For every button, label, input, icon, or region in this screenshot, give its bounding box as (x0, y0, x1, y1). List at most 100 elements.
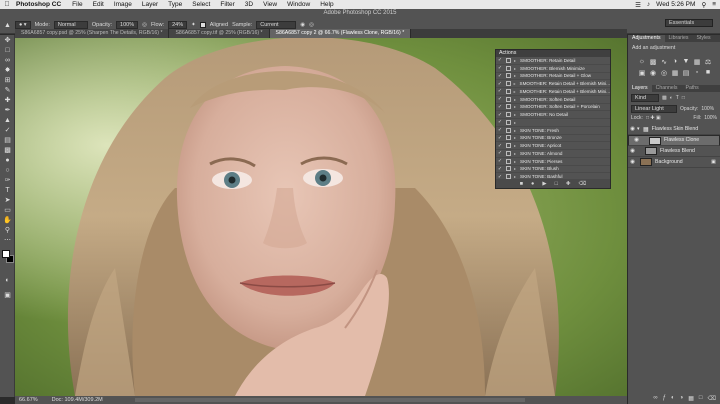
layer-row-selected[interactable]: ◉ Flawless Clone (628, 135, 720, 146)
quick-select-tool-icon[interactable]: ✸ (0, 65, 15, 75)
blend-mode-select[interactable]: Linear Light (631, 105, 677, 113)
new-action-icon[interactable]: ✚ (566, 181, 571, 187)
new-set-icon[interactable]: □ (555, 181, 558, 187)
action-row[interactable]: ✓ ▸ SMOOTHER: Blemish Minimize (496, 65, 610, 73)
menu-file[interactable]: File (67, 1, 87, 8)
tab-adjustments[interactable]: Adjustments (628, 35, 665, 42)
marquee-tool-icon[interactable]: □ (0, 45, 15, 55)
invert-icon[interactable]: ▤ (682, 69, 690, 77)
screen-mode-icon[interactable]: ▣ (0, 290, 15, 300)
adjustment-layer-icon[interactable]: ◑ (680, 395, 684, 402)
eye-icon[interactable]: ◉ (628, 148, 637, 154)
action-enabled-check-icon[interactable]: ✓ (496, 119, 504, 125)
action-row[interactable]: ✓ ▸ SKIN TONE: Apricot (496, 142, 610, 150)
pressure-opacity-icon[interactable]: ◎ (142, 22, 147, 28)
lasso-tool-icon[interactable]: ∞ (0, 55, 15, 65)
ignore-adjustment-icon[interactable]: ◉ (300, 22, 305, 28)
posterize-icon[interactable]: ▫ (693, 69, 701, 77)
dialog-toggle-icon[interactable] (506, 104, 511, 110)
filter-type-icon[interactable]: T (676, 95, 679, 101)
action-row[interactable]: ✓ ▸ SKIN TONE: Almond (496, 150, 610, 158)
colorbalance-icon[interactable]: ⚖ (704, 58, 712, 66)
brush-tool-icon[interactable]: ✒ (0, 105, 15, 115)
aligned-checkbox[interactable] (199, 22, 206, 28)
dialog-toggle-icon[interactable] (506, 112, 511, 118)
trash-icon[interactable]: ⌫ (579, 181, 587, 187)
path-select-tool-icon[interactable]: ➤ (0, 195, 15, 205)
action-row[interactable]: ✓ ▸ SMOOTHER: Retain Detail + Glow (496, 73, 610, 81)
layer-row[interactable]: ◉ Background ▣ (628, 157, 720, 168)
tab-layers[interactable]: Layers (628, 85, 652, 92)
history-brush-tool-icon[interactable]: ✓ (0, 125, 15, 135)
dialog-toggle-icon[interactable] (506, 158, 511, 164)
tab-styles[interactable]: Styles (692, 35, 714, 42)
layer-opacity-field[interactable]: 100% (701, 106, 714, 112)
dialog-toggle-icon[interactable] (506, 119, 511, 125)
fill-field[interactable]: 100% (704, 115, 717, 121)
shape-tool-icon[interactable]: ▭ (0, 205, 15, 215)
action-enabled-check-icon[interactable]: ✓ (496, 81, 504, 87)
action-row[interactable]: ✓ ▸ SMOOTHER: Soften Detail (496, 96, 610, 104)
action-enabled-check-icon[interactable]: ✓ (496, 57, 504, 63)
levels-icon[interactable]: ▩ (649, 58, 657, 66)
dialog-toggle-icon[interactable] (506, 143, 511, 149)
trash-icon[interactable]: ⌫ (708, 395, 716, 402)
dialog-toggle-icon[interactable] (506, 135, 511, 141)
menu-3d[interactable]: 3D (240, 1, 258, 8)
link-icon[interactable]: ∞ (653, 395, 657, 402)
action-row[interactable]: ✓ ▸ SKIN TONE: Bronze (496, 135, 610, 143)
action-row[interactable]: ✓ ▸ (496, 119, 610, 127)
new-layer-icon[interactable]: □ (699, 395, 703, 402)
crop-tool-icon[interactable]: ⊞ (0, 75, 15, 85)
dialog-toggle-icon[interactable] (505, 81, 511, 87)
menu-select[interactable]: Select (187, 1, 215, 8)
play-icon[interactable]: ▶ (542, 181, 546, 187)
threshold-icon[interactable]: ■ (704, 69, 712, 77)
workspace-switcher[interactable]: Essentials (665, 19, 713, 27)
mode-select[interactable]: Normal (53, 21, 88, 29)
horizontal-scrollbar[interactable] (135, 398, 525, 402)
eye-icon[interactable]: ◉ (628, 126, 637, 132)
app-menu[interactable]: Photoshop CC (14, 1, 67, 8)
clone-stamp-icon[interactable]: ▲ (4, 22, 11, 29)
dialog-toggle-icon[interactable] (506, 127, 511, 133)
dialog-toggle-icon[interactable] (506, 65, 511, 71)
menu-layer[interactable]: Layer (137, 1, 163, 8)
layer-row[interactable]: ◉ Flawless Blend (628, 146, 720, 157)
action-enabled-check-icon[interactable]: ✓ (496, 135, 504, 141)
move-tool-icon[interactable]: ✥ (0, 35, 15, 45)
document-tab[interactable]: S86A6857 copy.tif @ 25% (RGB/16) * (169, 29, 270, 38)
fx-icon[interactable]: ƒ (663, 395, 666, 402)
action-row[interactable]: ✓ ▸ SMOOTHER: No Detail (496, 111, 610, 119)
menu-filter[interactable]: Filter (215, 1, 239, 8)
action-enabled-check-icon[interactable]: ✓ (496, 65, 504, 71)
eye-icon[interactable]: ◉ (632, 137, 641, 144)
eraser-tool-icon[interactable]: ▤ (0, 135, 15, 145)
dialog-toggle-icon[interactable] (505, 88, 511, 94)
wifi-icon[interactable]: ☰ (635, 1, 641, 9)
dodge-tool-icon[interactable]: ○ (0, 165, 15, 175)
action-enabled-check-icon[interactable]: ✓ (496, 150, 504, 156)
lock-icons[interactable]: □ ✚ ▣ (646, 115, 661, 121)
menu-type[interactable]: Type (163, 1, 187, 8)
document-tab-active[interactable]: S86A6857 copy 2 @ 66.7% (Flawless Clone,… (269, 29, 412, 38)
apple-icon[interactable]:  (0, 1, 14, 8)
gradient-tool-icon[interactable]: ▩ (0, 145, 15, 155)
volume-icon[interactable]: ♪ (647, 1, 650, 8)
tab-channels[interactable]: Channels (652, 85, 682, 92)
doc-size[interactable]: Doc: 109.4M/309.2M (52, 397, 103, 403)
color-swatches[interactable] (2, 250, 14, 264)
eye-icon[interactable]: ◉ (628, 159, 637, 165)
sample-select[interactable]: Current Layer (256, 21, 297, 35)
dialog-toggle-icon[interactable] (506, 73, 511, 79)
layer-kind-select[interactable]: Kind (631, 94, 659, 102)
hue-icon[interactable]: ▦ (693, 58, 701, 66)
action-row[interactable]: ✓ ▸ SKIN TONE: Fresh (496, 127, 610, 135)
filter-adjust-icon[interactable]: ◐ (670, 95, 673, 101)
action-row[interactable]: ✓ ▸ SMOOTHER: Retain Detail (496, 57, 610, 65)
eyedropper-tool-icon[interactable]: ✎ (0, 85, 15, 95)
action-enabled-check-icon[interactable]: ✓ (496, 127, 504, 133)
menu-view[interactable]: View (258, 1, 282, 8)
action-row[interactable]: ✓ ▸ SMOOTHER: Retain Detail + Blemish Mini… (496, 88, 610, 96)
airbrush-icon[interactable]: ✦ (191, 22, 196, 28)
